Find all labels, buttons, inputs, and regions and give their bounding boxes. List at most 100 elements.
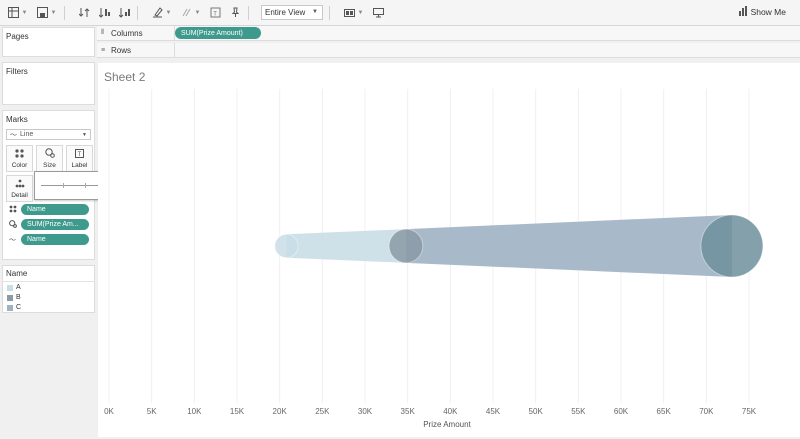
svg-text:T: T [78, 152, 82, 158]
color-dots-icon [9, 205, 17, 215]
presentation-icon[interactable] [371, 6, 385, 20]
rows-label-text: Rows [111, 45, 132, 55]
columns-label-text: Columns [111, 28, 143, 38]
x-tick-label: 55K [571, 407, 586, 416]
legend-item[interactable]: C [7, 304, 21, 311]
sort-ascending-icon[interactable] [97, 6, 111, 20]
x-axis-title: Prize Amount [423, 420, 471, 429]
detail-button-label: Detail [11, 191, 28, 199]
size-icon [9, 220, 17, 230]
color-button[interactable]: Color [6, 145, 33, 172]
mark-pill-color-name[interactable]: Name [21, 204, 89, 215]
mark-type-select[interactable]: 〜 Line ▼ [6, 129, 91, 140]
line-segment [405, 215, 732, 277]
x-tick-label: 60K [614, 407, 629, 416]
table-icon[interactable] [6, 6, 20, 20]
group-icon[interactable] [179, 6, 193, 20]
save-icon[interactable] [35, 6, 49, 20]
chevron-down-icon[interactable]: ▼ [164, 6, 173, 20]
toolbar-divider [64, 5, 65, 20]
size-icon [44, 148, 55, 160]
data-point-c [700, 214, 764, 278]
x-tick-label: 45K [486, 407, 501, 416]
data-point-a [274, 233, 299, 259]
mark-pill-path-name[interactable]: Name [21, 234, 89, 245]
chevron-down-icon: ▼ [312, 9, 318, 15]
label-button[interactable]: T Label [66, 145, 93, 172]
chevron-down-icon[interactable]: ▼ [356, 6, 365, 20]
columns-pill-prize-amount[interactable]: SUM(Prize Amount) [175, 27, 261, 39]
x-tick-label: 40K [443, 407, 458, 416]
chevron-down-icon[interactable]: ▼ [193, 6, 202, 20]
x-tick-label: 75K [742, 407, 757, 416]
legend-swatch [7, 284, 13, 291]
sheet-title: Sheet 2 [104, 70, 146, 84]
legend-item[interactable]: A [7, 284, 21, 291]
legend-label: A [16, 284, 21, 291]
legend-swatch [7, 304, 13, 311]
detail-button[interactable]: Detail [6, 175, 33, 202]
worksheet-view: Sheet 2 0K 5K 10K 15K 20K 25K 30K 35K 40K 45K 50K 5… [98, 63, 800, 437]
color-dots-icon [15, 148, 24, 160]
fit-icon[interactable] [342, 6, 356, 20]
label-icon[interactable]: T [208, 6, 222, 20]
x-tick-label: 70K [699, 407, 714, 416]
label-button-label: Label [71, 161, 88, 169]
size-button[interactable]: Size [36, 145, 63, 172]
filters-title: Filters [6, 67, 28, 76]
toolbar-divider [329, 5, 330, 20]
legend-item[interactable]: B [7, 294, 21, 301]
x-tick-label: 10K [187, 407, 202, 416]
chart-svg: 0K 5K 10K 15K 20K 25K 30K 35K 40K 45K 50K 55K 60K 65K… [104, 89, 764, 429]
label-icon: T [75, 148, 84, 160]
detail-icon [15, 179, 25, 190]
chevron-down-icon[interactable]: ▼ [20, 6, 29, 20]
size-slider-tick [85, 183, 86, 188]
columns-shelf[interactable]: ⦀ Columns SUM(Prize Amount) [97, 26, 800, 41]
svg-text:T: T [213, 11, 217, 17]
color-legend-card: Name A B C [2, 265, 95, 313]
legend-label: C [16, 304, 22, 311]
x-tick-label: 25K [315, 407, 330, 416]
x-tick-label: 50K [529, 407, 544, 416]
x-tick-label: 0K [104, 407, 114, 416]
columns-shelf-label: ⦀ Columns [97, 26, 175, 40]
marks-title: Marks [6, 115, 28, 124]
data-point-b [388, 228, 424, 264]
x-tick-label: 15K [230, 407, 245, 416]
line-segment [286, 229, 406, 263]
filters-card[interactable]: Filters [2, 62, 95, 105]
pin-icon[interactable] [228, 6, 242, 20]
swap-icon[interactable] [77, 6, 91, 20]
pages-card[interactable]: Pages [2, 27, 95, 57]
x-tick-label: 5K [147, 407, 157, 416]
legend-swatch [7, 294, 13, 301]
fit-view-value: Entire View [265, 8, 306, 17]
rows-shelf-label: ≡ Rows [97, 43, 175, 57]
legend-title: Name [3, 266, 94, 282]
legend-label: B [16, 294, 21, 301]
rows-icon: ≡ [101, 46, 106, 54]
line-mark-icon: 〜 [10, 131, 17, 139]
mark-type-value: Line [20, 131, 34, 138]
sort-descending-icon[interactable] [117, 6, 131, 20]
show-me-label: Show Me [750, 7, 786, 17]
show-me-button[interactable]: Show Me [738, 6, 786, 18]
x-tick-label: 35K [401, 407, 416, 416]
rows-shelf[interactable]: ≡ Rows [97, 43, 800, 58]
chevron-down-icon: ▼ [82, 132, 87, 138]
chevron-down-icon[interactable]: ▼ [49, 6, 58, 20]
x-tick-label: 20K [273, 407, 288, 416]
size-button-label: Size [43, 162, 56, 169]
show-me-icon [738, 6, 748, 18]
fit-view-select[interactable]: Entire View ▼ [261, 5, 323, 20]
path-icon: 〜 [9, 237, 16, 244]
columns-icon: ⦀ [101, 29, 105, 36]
mark-pill-size-prize[interactable]: SUM(Prize Am... [21, 219, 89, 230]
highlight-icon[interactable] [150, 6, 164, 20]
size-slider-tick [63, 183, 64, 188]
toolbar-divider [137, 5, 138, 20]
x-tick-label: 65K [657, 407, 672, 416]
x-tick-label: 30K [358, 407, 373, 416]
toolbar-divider [248, 5, 249, 20]
